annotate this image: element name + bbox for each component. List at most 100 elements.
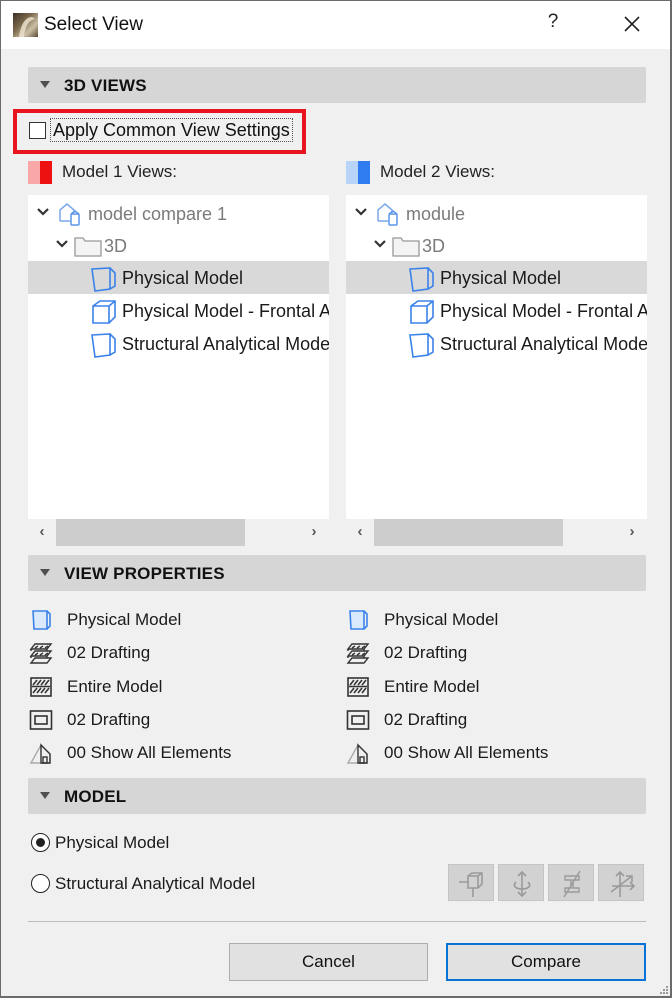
resize-grip-icon[interactable]	[658, 984, 668, 994]
chevron-down-icon[interactable]	[36, 205, 50, 219]
footer-divider	[28, 921, 646, 922]
analytical-member-icon	[459, 872, 483, 897]
section-model-label: MODEL	[64, 787, 127, 806]
model1-swatch-light	[28, 161, 40, 184]
radio-structural-analytical-model[interactable]	[31, 874, 50, 893]
scroll-right-arrow[interactable]: ›	[625, 523, 639, 541]
section-view-properties-label: VIEW PROPERTIES	[64, 564, 225, 583]
window-title: Select View	[44, 14, 143, 35]
view-property-value: Entire Model	[384, 676, 480, 696]
axis-arrows-button[interactable]	[598, 864, 644, 901]
tree-item-view[interactable]: Physical Model - Frontal A	[28, 294, 329, 327]
view-3d-icon	[409, 333, 434, 358]
tree-item-project[interactable]: model compare 1	[28, 197, 329, 230]
cube-icon	[410, 300, 434, 324]
layers-icon	[346, 641, 370, 665]
model2-horizontal-scrollbar[interactable]: ‹ ›	[346, 519, 647, 546]
tree-item-label: Structural Analytical Mode	[440, 334, 647, 354]
tree-item-view[interactable]: Physical Model - Frontal A	[346, 294, 647, 327]
chevron-down-icon[interactable]	[55, 237, 69, 251]
model1-color-swatch	[28, 161, 52, 184]
view-3d-icon	[409, 267, 434, 292]
tree-item-project[interactable]: module	[346, 197, 647, 230]
compare-button[interactable]: Compare	[446, 943, 646, 981]
scroll-right-arrow[interactable]: ›	[307, 523, 321, 541]
axis-arrows-icon	[610, 870, 636, 897]
chevron-down-icon[interactable]	[354, 205, 368, 219]
model2-swatch-dark	[358, 161, 370, 184]
model1-views-tree[interactable]: model compare 1 3D Physical Model Physic…	[28, 195, 329, 519]
model2-views-label: Model 2 Views:	[380, 162, 495, 181]
close-icon	[624, 16, 640, 32]
view-property-value: 02 Drafting	[384, 709, 468, 729]
section-model-header[interactable]: MODEL	[28, 778, 646, 814]
model1-swatch-dark	[40, 161, 52, 184]
select-view-dialog: Select View ? 3D VIEWS Apply Common View…	[0, 0, 672, 998]
support-rotation-button[interactable]	[498, 864, 544, 901]
tree-item-label: 3D	[104, 236, 128, 256]
chevron-down-icon[interactable]	[373, 237, 387, 251]
folder-icon	[392, 237, 420, 257]
section-view-properties-header[interactable]: VIEW PROPERTIES	[28, 555, 646, 591]
model2-views-tree[interactable]: module 3D Physical Model Physical Model …	[346, 195, 647, 519]
radio-structural-analytical-model-label[interactable]: Structural Analytical Model	[55, 874, 255, 894]
view-property-value: Physical Model	[67, 610, 182, 629]
tree-item-label: Physical Model - Frontal A	[440, 301, 647, 321]
tree-item-view[interactable]: Physical Model	[346, 261, 647, 294]
view-property-value: Physical Model	[384, 610, 499, 629]
apply-common-view-settings-label[interactable]: Apply Common View Settings	[50, 118, 293, 142]
renovation-house-icon	[346, 741, 370, 765]
view-3d-icon	[91, 267, 116, 292]
renovation-house-icon	[29, 741, 53, 765]
view-property-value: 00 Show All Elements	[384, 743, 549, 763]
help-icon: ?	[547, 11, 559, 32]
scroll-left-arrow[interactable]: ‹	[353, 523, 367, 541]
close-button[interactable]	[617, 9, 647, 39]
title-bar: Select View ?	[1, 1, 670, 49]
section-3d-views-label: 3D VIEWS	[64, 76, 147, 95]
scroll-thumb[interactable]	[56, 519, 245, 546]
tree-item-label: module	[406, 204, 466, 224]
tree-item-view[interactable]: Structural Analytical Mode	[346, 327, 647, 360]
project-icon	[377, 203, 398, 226]
support-rotation-icon	[513, 870, 531, 898]
tree-item-view[interactable]: Physical Model	[28, 261, 329, 294]
radio-selected-dot	[35, 837, 45, 847]
view-property-value: 02 Drafting	[384, 643, 468, 663]
layers-icon	[29, 641, 53, 665]
radio-physical-model[interactable]	[31, 833, 50, 852]
tree-item-folder[interactable]: 3D	[28, 229, 329, 262]
scroll-left-arrow[interactable]: ‹	[35, 523, 49, 541]
radio-physical-model-label[interactable]: Physical Model	[55, 833, 169, 853]
model1-horizontal-scrollbar[interactable]: ‹ ›	[28, 519, 329, 546]
marquee-hatch-icon	[29, 675, 53, 699]
model1-views-label: Model 1 Views:	[62, 162, 177, 181]
model-view-icon	[29, 608, 53, 632]
project-icon	[59, 203, 80, 226]
view-property-value: 00 Show All Elements	[67, 743, 232, 763]
scale-frame-icon	[346, 708, 370, 732]
collapse-triangle-icon	[40, 792, 50, 799]
view-property-value: 02 Drafting	[67, 643, 151, 663]
tree-item-view[interactable]: Structural Analytical Mode	[28, 327, 329, 360]
cross-section-button[interactable]	[548, 864, 594, 901]
model2-swatch-light	[346, 161, 358, 184]
tree-item-label: Physical Model - Frontal A	[122, 301, 329, 321]
collapse-triangle-icon	[40, 569, 50, 576]
tree-item-label: Structural Analytical Mode	[122, 334, 329, 354]
tree-item-label: Physical Model	[122, 268, 244, 288]
archicad-app-icon	[13, 13, 38, 37]
view-property-value: 02 Drafting	[67, 709, 151, 729]
section-3d-views-header[interactable]: 3D VIEWS	[28, 67, 646, 103]
apply-common-view-settings-checkbox[interactable]	[29, 122, 46, 139]
tree-item-folder[interactable]: 3D	[346, 229, 647, 262]
scroll-thumb[interactable]	[374, 519, 563, 546]
help-button[interactable]: ?	[541, 11, 565, 39]
cancel-button[interactable]: Cancel	[229, 943, 428, 981]
tree-item-label: Physical Model	[440, 268, 562, 288]
collapse-triangle-icon	[40, 81, 50, 88]
cross-section-icon	[563, 870, 581, 898]
analytical-member-button[interactable]	[448, 864, 494, 901]
tree-item-label: model compare 1	[88, 204, 228, 224]
folder-icon	[74, 237, 102, 257]
